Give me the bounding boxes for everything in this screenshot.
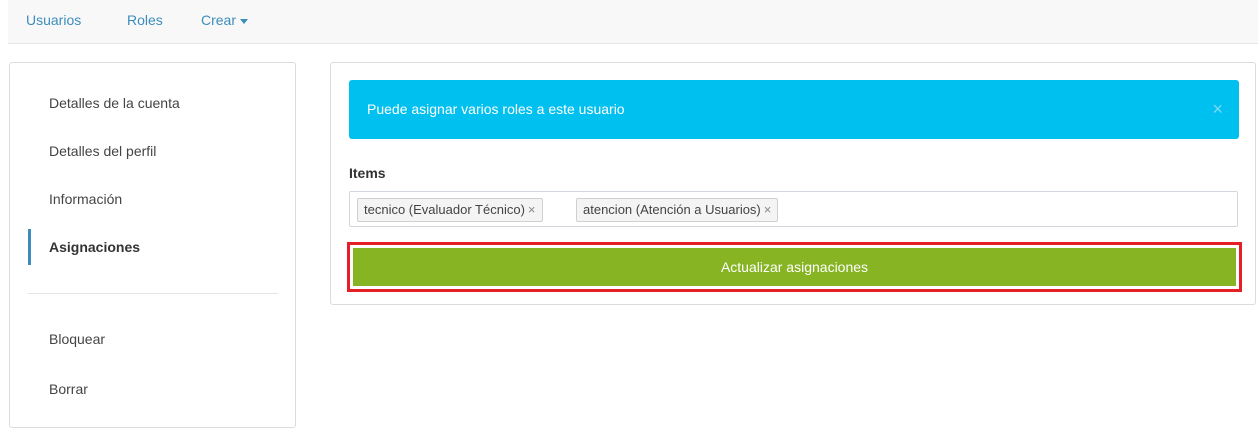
- info-alert: Puede asignar varios roles a este usuari…: [349, 80, 1239, 139]
- chip-label: tecnico (Evaluador Técnico): [364, 202, 525, 217]
- sidebar-menu: Detalles de la cuenta Detalles del perfi…: [9, 62, 296, 428]
- nav-link-roles[interactable]: Roles: [127, 12, 163, 28]
- selected-role-chip: tecnico (Evaluador Técnico) ×: [357, 198, 543, 222]
- sidebar-item-information[interactable]: Información: [10, 179, 295, 219]
- selected-role-chip: atencion (Atención a Usuarios) ×: [576, 198, 779, 222]
- close-icon[interactable]: ×: [1212, 80, 1223, 139]
- items-label: Items: [349, 165, 386, 181]
- alert-message: Puede asignar varios roles a este usuari…: [367, 101, 625, 117]
- highlight-box: Actualizar asignaciones: [347, 242, 1242, 292]
- remove-chip-icon[interactable]: ×: [528, 202, 536, 217]
- sidebar-item-assignments[interactable]: Asignaciones: [10, 227, 295, 267]
- nav-link-users[interactable]: Usuarios: [26, 12, 81, 28]
- nav-create-label: Crear: [201, 12, 237, 28]
- caret-down-icon: [240, 18, 249, 24]
- sidebar-divider: [28, 293, 278, 294]
- top-navbar: Usuarios Roles Crear: [8, 0, 1258, 44]
- roles-multiselect[interactable]: tecnico (Evaluador Técnico) × atencion (A…: [349, 191, 1238, 227]
- assignments-panel: Puede asignar varios roles a este usuari…: [330, 62, 1256, 305]
- chip-label: atencion (Atención a Usuarios): [583, 202, 761, 217]
- sidebar-item-profile-details[interactable]: Detalles del perfil: [10, 131, 295, 171]
- nav-dropdown-create[interactable]: Crear: [201, 12, 249, 28]
- sidebar-item-delete[interactable]: Borrar: [10, 369, 295, 409]
- sidebar-item-block[interactable]: Bloquear: [10, 319, 295, 359]
- update-assignments-button[interactable]: Actualizar asignaciones: [353, 248, 1236, 286]
- sidebar-item-account-details[interactable]: Detalles de la cuenta: [10, 83, 295, 123]
- remove-chip-icon[interactable]: ×: [764, 202, 772, 217]
